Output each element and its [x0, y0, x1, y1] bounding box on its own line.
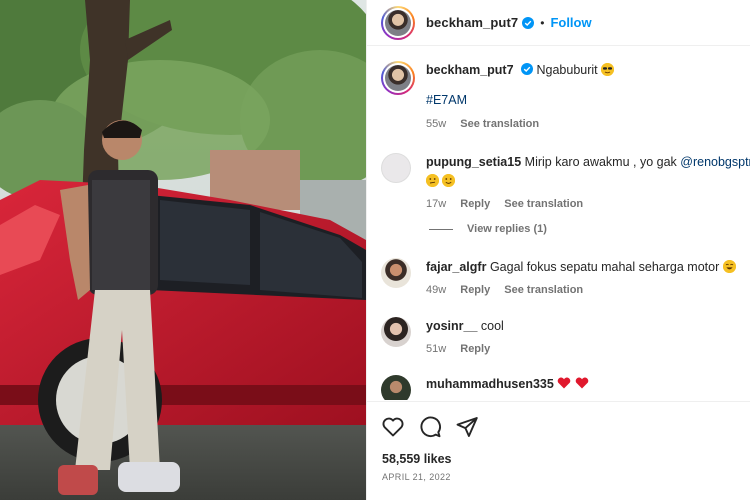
caption-hashtag[interactable]: #E7AM — [426, 93, 467, 107]
comments-list[interactable]: beckham_put7 Ngabuburit #E7AM 55w See tr… — [367, 47, 750, 400]
red-heart-emoji-icon — [558, 377, 571, 389]
caption-avatar[interactable] — [381, 61, 415, 95]
commenter-avatar[interactable] — [381, 375, 411, 400]
comment-mention[interactable]: @renobgsptra — [680, 155, 750, 169]
caption-text: Ngabuburit — [536, 63, 598, 77]
post-date: APRIL 21, 2022 — [382, 472, 451, 482]
post-photo[interactable] — [0, 0, 366, 500]
commenter-avatar[interactable] — [381, 153, 411, 183]
comment-text: Gagal fokus sepatu mahal seharga motor — [489, 260, 720, 274]
view-replies-button[interactable]: View replies (1) — [429, 223, 547, 235]
comment-username[interactable]: muhammadhusen335 — [426, 377, 554, 391]
comment-age: 49w — [426, 284, 447, 296]
comment-reply-button[interactable]: Reply — [460, 198, 490, 210]
commenter-avatar[interactable] — [381, 258, 411, 288]
red-heart-emoji-icon — [575, 377, 589, 389]
comment-reply-button[interactable]: Reply — [460, 284, 490, 296]
paper-plane-icon[interactable] — [455, 415, 479, 439]
comment-username[interactable]: pupung_setia15 — [426, 155, 521, 169]
view-replies-label: View replies (1) — [467, 223, 547, 235]
smirk-emoji-icon — [426, 174, 439, 187]
heart-outline-icon[interactable] — [381, 415, 405, 439]
comment-text: cool — [480, 319, 504, 333]
caption-see-translation[interactable]: See translation — [460, 118, 539, 130]
follow-button[interactable]: Follow — [550, 15, 591, 30]
comment-username[interactable]: yosinr__ — [426, 319, 477, 333]
header-separator: • — [540, 15, 545, 30]
verified-badge-icon — [521, 63, 534, 75]
grin-sweat-emoji-icon — [722, 260, 736, 273]
comment-bubble-icon[interactable] — [418, 415, 442, 439]
post-photo-image — [0, 0, 366, 500]
post-side-panel: beckham_put7 • Follow beckham_put7 Ngabu… — [366, 0, 750, 500]
author-username[interactable]: beckham_put7 — [426, 15, 518, 30]
post-actions: 58,559 likes APRIL 21, 2022 — [367, 401, 750, 500]
post-header: beckham_put7 • Follow — [367, 0, 750, 46]
comment-username[interactable]: fajar_algfr — [426, 260, 486, 274]
smile-emoji-icon — [442, 174, 456, 187]
likes-count[interactable]: 58,559 likes — [382, 452, 452, 466]
comment-see-translation[interactable]: See translation — [504, 198, 583, 210]
comment-see-translation[interactable]: See translation — [504, 284, 583, 296]
comment-text: Mirip karo awakmu , yo gak — [524, 155, 681, 169]
sunglasses-emoji-icon — [601, 63, 615, 76]
caption-username[interactable]: beckham_put7 — [426, 63, 514, 77]
comment-age: 17w — [426, 198, 447, 210]
verified-badge-icon — [522, 16, 535, 29]
comment-reply-button[interactable]: Reply — [460, 343, 490, 355]
commenter-avatar[interactable] — [381, 317, 411, 347]
caption-age: 55w — [426, 118, 447, 130]
replies-divider — [429, 228, 453, 230]
comment-age: 51w — [426, 343, 447, 355]
author-avatar[interactable] — [381, 5, 415, 40]
